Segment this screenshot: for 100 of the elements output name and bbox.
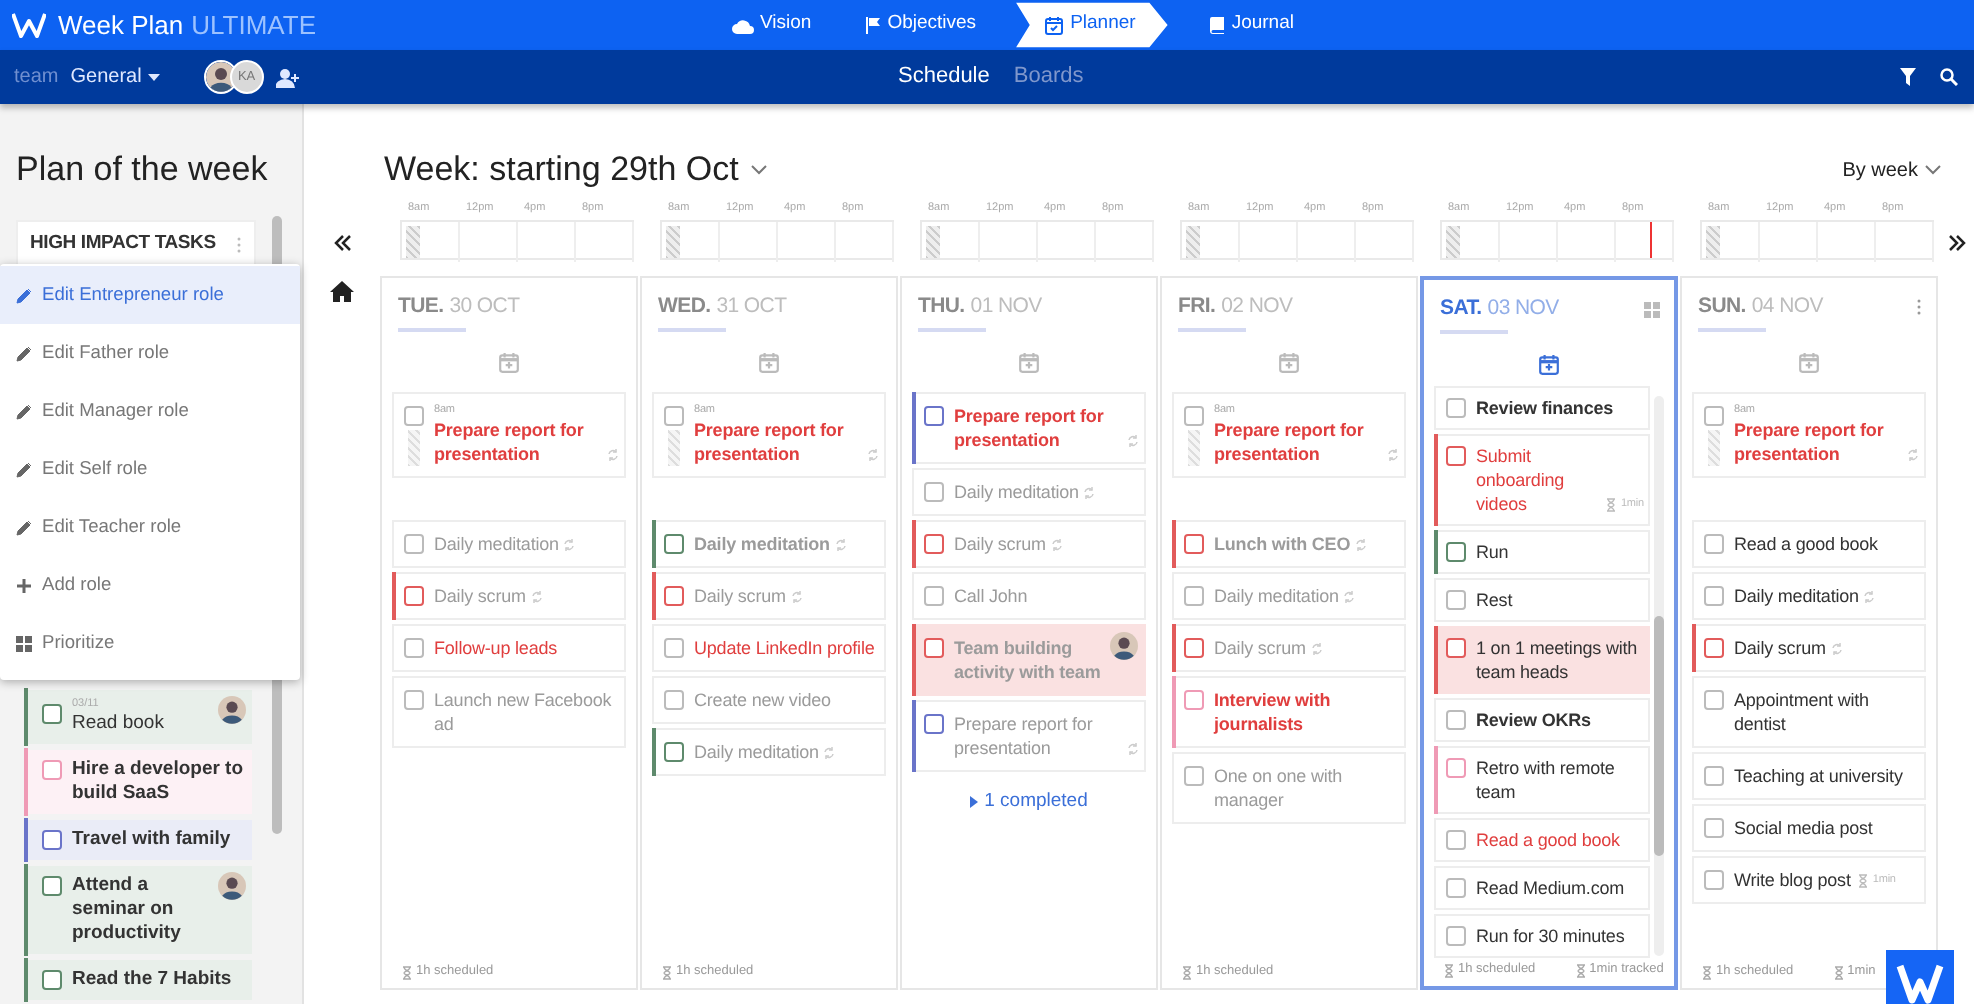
task-card[interactable]: Daily scrum <box>392 572 626 620</box>
checkbox[interactable] <box>664 406 684 426</box>
checkbox[interactable] <box>664 690 684 710</box>
menu-item[interactable]: Prioritize <box>0 614 300 672</box>
task-card[interactable]: Read a good book <box>1434 818 1650 862</box>
task-card[interactable]: Attend a seminar on productivity <box>26 866 252 954</box>
checkbox[interactable] <box>1704 534 1724 554</box>
menu-item[interactable]: Edit Entrepreneur role <box>0 266 300 324</box>
checkbox[interactable] <box>924 534 944 554</box>
checkbox[interactable] <box>1704 870 1724 890</box>
task-card[interactable]: Daily meditation <box>652 520 886 568</box>
checkbox[interactable] <box>42 704 62 724</box>
checkbox[interactable] <box>1446 638 1466 658</box>
task-card[interactable]: Daily scrum <box>912 520 1146 568</box>
task-card[interactable]: Update LinkedIn profile <box>652 624 886 672</box>
task-card[interactable]: Daily meditation <box>652 728 886 776</box>
checkbox[interactable] <box>1446 926 1466 946</box>
nav-tab[interactable]: Planner <box>1016 2 1168 48</box>
checkbox[interactable] <box>1184 638 1204 658</box>
task-card[interactable]: Launch new Facebook ad <box>392 676 626 748</box>
add-to-calendar-icon[interactable] <box>1018 352 1040 374</box>
next-week-icon[interactable] <box>1948 234 1966 252</box>
checkbox[interactable] <box>1704 586 1724 606</box>
checkbox[interactable] <box>404 534 424 554</box>
caret-right-icon[interactable] <box>970 796 979 809</box>
task-card[interactable]: Travel with family <box>26 820 252 860</box>
filter-icon[interactable] <box>1900 68 1916 86</box>
checkbox[interactable] <box>1704 766 1724 786</box>
task-card[interactable]: Social media post <box>1692 804 1926 852</box>
task-card[interactable]: Review OKRs <box>1434 698 1650 742</box>
checkbox[interactable] <box>42 970 62 990</box>
checkbox[interactable] <box>1704 818 1724 838</box>
nav-tab[interactable]: Objectives <box>851 4 989 46</box>
checkbox[interactable] <box>1446 446 1466 466</box>
task-card[interactable]: Follow-up leads <box>392 624 626 672</box>
task-card[interactable]: Hire a developer to build SaaS <box>26 750 252 814</box>
checkbox[interactable] <box>924 714 944 734</box>
task-card[interactable]: Daily scrum <box>1692 624 1926 672</box>
nav-tab[interactable]: Vision <box>720 4 824 46</box>
checkbox[interactable] <box>1184 766 1204 786</box>
task-card[interactable]: Prepare report for presentation <box>912 700 1146 772</box>
task-card[interactable]: Lunch with CEO <box>1172 520 1406 568</box>
checkbox[interactable] <box>1446 542 1466 562</box>
add-to-calendar-icon[interactable] <box>1278 352 1300 374</box>
checkbox[interactable] <box>1184 406 1204 426</box>
checkbox[interactable] <box>404 406 424 426</box>
checkbox[interactable] <box>1704 638 1724 658</box>
task-card[interactable]: Retro with remote team <box>1434 746 1650 814</box>
task-card[interactable]: 1 on 1 meetings with team heads <box>1434 626 1650 694</box>
menu-item[interactable]: Edit Manager role <box>0 382 300 440</box>
add-to-calendar-icon[interactable] <box>498 352 520 374</box>
checkbox[interactable] <box>404 586 424 606</box>
view-tab[interactable]: Schedule <box>886 60 1002 94</box>
checkbox[interactable] <box>924 638 944 658</box>
grid-icon[interactable] <box>1644 301 1660 317</box>
menu-item[interactable]: Edit Father role <box>0 324 300 382</box>
add-user-icon[interactable] <box>275 67 300 87</box>
home-icon[interactable] <box>330 280 354 302</box>
checkbox[interactable] <box>1446 878 1466 898</box>
checkbox[interactable] <box>1446 590 1466 610</box>
add-to-calendar-icon[interactable] <box>1798 352 1820 374</box>
task-card[interactable]: Teaching at university <box>1692 752 1926 800</box>
checkbox[interactable] <box>42 876 62 896</box>
menu-item[interactable]: Edit Self role <box>0 440 300 498</box>
task-card[interactable]: One on one with manager <box>1172 752 1406 824</box>
task-card[interactable]: Daily scrum <box>652 572 886 620</box>
completed-toggle[interactable]: 1 completed <box>984 788 1088 817</box>
task-card[interactable]: Read a good book <box>1692 520 1926 568</box>
task-card[interactable]: Daily meditation <box>912 468 1146 516</box>
more-icon[interactable] <box>1916 298 1922 316</box>
task-card[interactable]: Daily meditation <box>1172 572 1406 620</box>
task-card[interactable]: Run <box>1434 530 1650 574</box>
checkbox[interactable] <box>42 830 62 850</box>
view-tab[interactable]: Boards <box>1001 60 1096 94</box>
task-card[interactable]: Review finances <box>1434 386 1650 430</box>
checkbox[interactable] <box>924 586 944 606</box>
checkbox[interactable] <box>664 742 684 762</box>
checkbox[interactable] <box>924 482 944 502</box>
checkbox[interactable] <box>664 586 684 606</box>
view-dropdown[interactable]: By week <box>1830 153 1954 187</box>
checkbox[interactable] <box>664 534 684 554</box>
task-card[interactable]: Rest <box>1434 578 1650 622</box>
scrollbar[interactable] <box>1654 396 1664 956</box>
search-icon[interactable] <box>1940 68 1958 86</box>
checkbox[interactable] <box>1184 534 1204 554</box>
menu-item[interactable]: Add role <box>0 556 300 614</box>
menu-item[interactable]: Edit Teacher role <box>0 498 300 556</box>
checkbox[interactable] <box>664 638 684 658</box>
checkbox[interactable] <box>42 760 62 780</box>
checkbox[interactable] <box>1704 690 1724 710</box>
scrollbar-thumb[interactable] <box>1654 616 1664 856</box>
task-card[interactable]: Create new video <box>652 676 886 724</box>
nav-tab[interactable]: Journal <box>1195 4 1306 46</box>
task-card[interactable]: Read Medium.com <box>1434 866 1650 910</box>
checkbox[interactable] <box>1184 690 1204 710</box>
checkbox[interactable] <box>1446 398 1466 418</box>
add-to-calendar-icon[interactable] <box>1538 354 1560 376</box>
checkbox[interactable] <box>404 638 424 658</box>
team-dropdown[interactable]: General <box>70 62 160 92</box>
checkbox[interactable] <box>1704 406 1724 426</box>
